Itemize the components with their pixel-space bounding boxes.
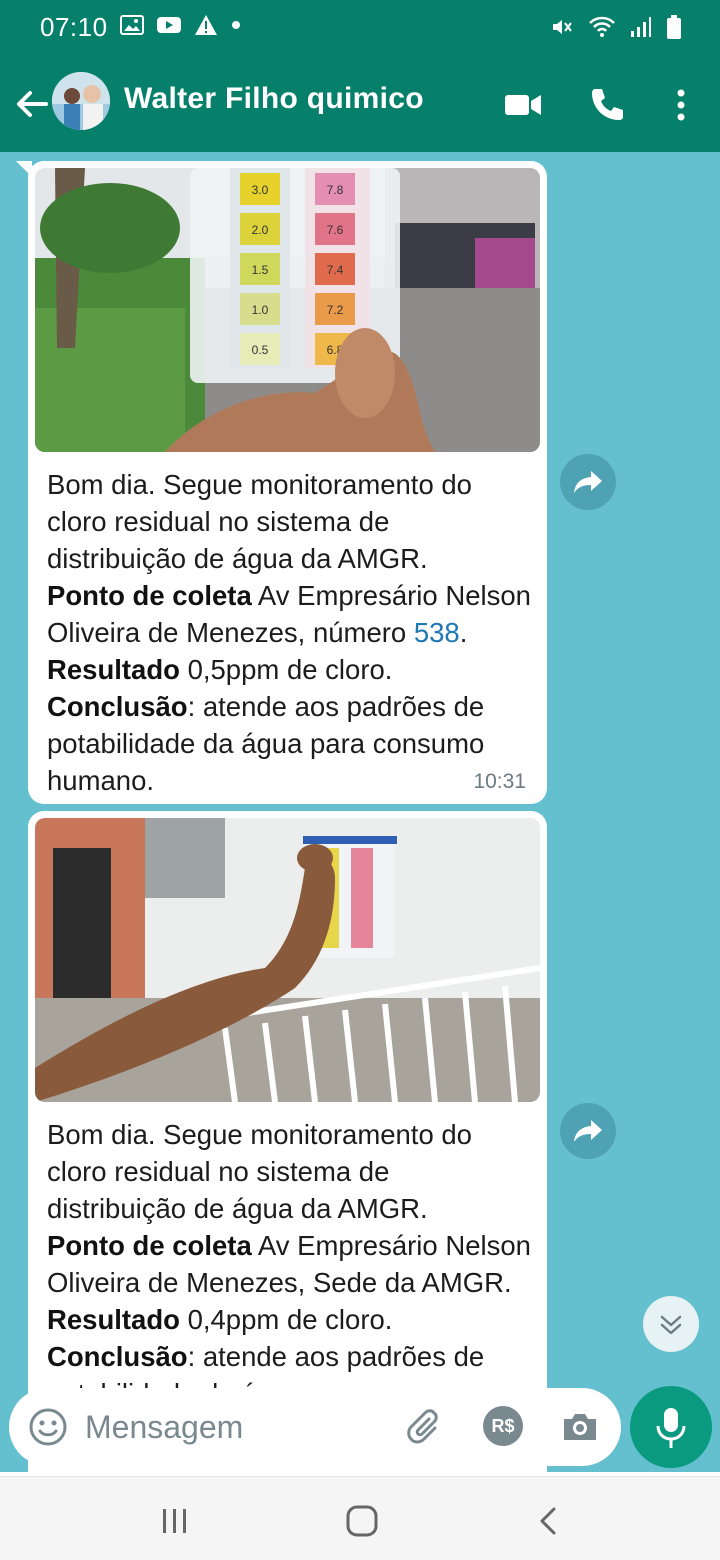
label-conclusion: Conclusão: [47, 691, 188, 722]
video-call-icon[interactable]: [502, 84, 544, 126]
label-point: Ponto de coleta: [47, 1230, 252, 1261]
mic-button[interactable]: [630, 1386, 712, 1468]
gallery-icon: [120, 15, 144, 35]
test-kit-label: 1.5: [252, 263, 269, 277]
attach-icon[interactable]: [405, 1406, 447, 1448]
payment-icon[interactable]: R$: [483, 1406, 523, 1446]
test-kit-label: 2.0: [252, 223, 269, 237]
contact-name[interactable]: Walter Filho quimico: [124, 82, 424, 116]
label-result: Resultado: [47, 654, 180, 685]
warning-icon: [195, 15, 217, 35]
message-intro: Bom dia. Segue monitoramento do cloro re…: [47, 469, 472, 574]
camera-icon[interactable]: [559, 1406, 601, 1448]
message-result: 0,5ppm de cloro.: [179, 654, 393, 685]
message-text: Bom dia. Segue monitoramento do cloro re…: [47, 466, 535, 799]
label-conclusion: Conclusão: [47, 1341, 188, 1372]
test-kit-label: 7.8: [327, 183, 344, 197]
wifi-icon: [589, 16, 615, 37]
back-arrow-icon[interactable]: [12, 84, 52, 124]
recent-apps-icon[interactable]: [155, 1503, 195, 1539]
youtube-icon: [157, 17, 181, 33]
chat-area[interactable]: 3.0 2.0 1.5 1.0 0.5 7.8 7.6 7.4 7.2 6.8: [0, 152, 720, 1472]
message-bubble[interactable]: Bom dia. Segue monitoramento do cloro re…: [28, 811, 547, 1472]
chat-header: Walter Filho quimico: [0, 56, 720, 152]
forward-button[interactable]: [560, 454, 616, 510]
test-kit-label: 7.6: [327, 223, 344, 237]
forward-icon: [574, 1120, 602, 1142]
test-kit-label: 1.0: [252, 303, 269, 317]
dot-icon: [232, 21, 240, 29]
test-kit-label: 0.5: [252, 343, 269, 357]
message-photo[interactable]: [35, 818, 540, 1102]
avatar-photo: [52, 72, 110, 130]
home-icon[interactable]: [342, 1503, 382, 1539]
back-icon[interactable]: [530, 1503, 570, 1539]
forward-icon: [574, 471, 602, 493]
scroll-down-button[interactable]: [643, 1296, 699, 1352]
test-kit-label: 7.4: [327, 263, 344, 277]
chlorine-ph-test-kit-building-photo: [35, 818, 540, 1102]
test-kit-label: 3.0: [252, 183, 269, 197]
message-photo[interactable]: 3.0 2.0 1.5 1.0 0.5 7.8 7.6 7.4 7.2 6.8: [35, 168, 540, 452]
message-input[interactable]: [85, 1405, 385, 1449]
address-number-link[interactable]: 538: [414, 617, 460, 648]
message-intro: Bom dia. Segue monitoramento do cloro re…: [47, 1119, 472, 1224]
message-result: 0,4ppm de cloro.: [179, 1304, 393, 1335]
emoji-icon[interactable]: [27, 1406, 69, 1448]
message-text: Bom dia. Segue monitoramento do cloro re…: [47, 1116, 535, 1412]
chlorine-ph-test-kit-street-photo: 3.0 2.0 1.5 1.0 0.5 7.8 7.6 7.4 7.2 6.8: [35, 168, 540, 452]
forward-button[interactable]: [560, 1103, 616, 1159]
system-nav-bar: [0, 1476, 720, 1560]
status-notification-icons: [120, 14, 242, 36]
message-separator: .: [459, 617, 468, 648]
mic-icon: [656, 1408, 686, 1448]
message-composer: R$: [9, 1388, 621, 1466]
message-bubble[interactable]: 3.0 2.0 1.5 1.0 0.5 7.8 7.6 7.4 7.2 6.8: [16, 161, 547, 804]
status-time: 07:10: [40, 12, 108, 42]
label-result: Resultado: [47, 1304, 180, 1335]
avatar[interactable]: [52, 72, 110, 130]
signal-icon: [631, 17, 651, 37]
battery-icon: [667, 15, 681, 39]
voice-call-icon[interactable]: [586, 84, 628, 126]
mute-icon: [553, 20, 572, 34]
status-system-icons: [550, 14, 682, 40]
bubble-tail: [16, 161, 32, 177]
test-kit-label: 7.2: [327, 303, 344, 317]
message-time: 10:31: [473, 770, 526, 793]
more-icon[interactable]: [660, 84, 702, 126]
double-chevron-down-icon: [660, 1315, 682, 1335]
label-point: Ponto de coleta: [47, 580, 252, 611]
status-bar: 07:10: [0, 0, 720, 56]
